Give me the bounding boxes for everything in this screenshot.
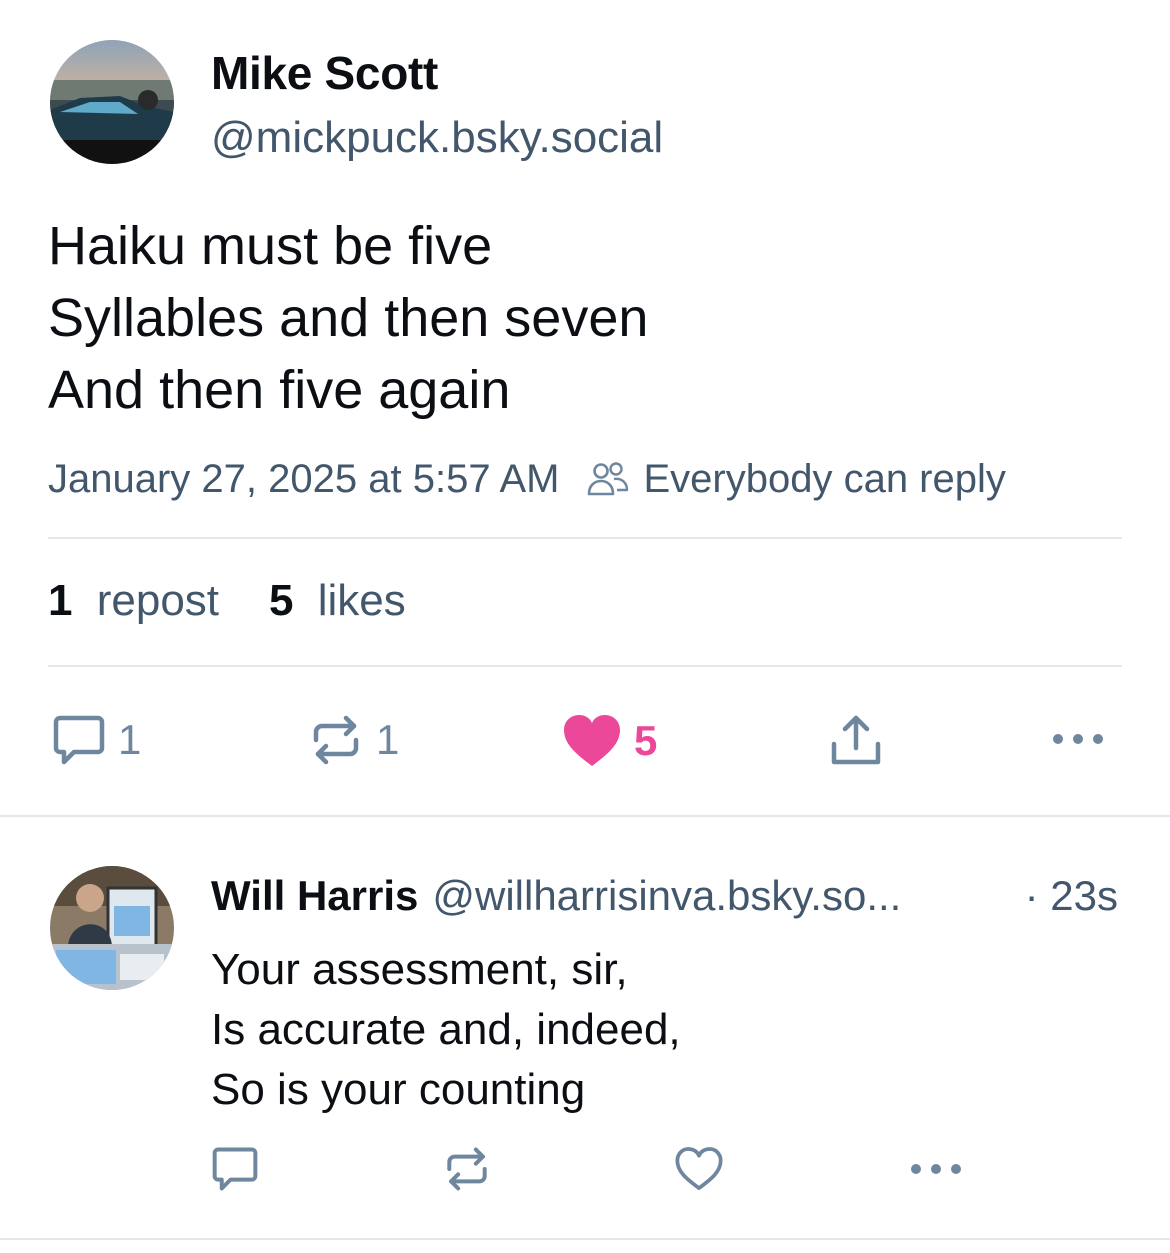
likes-label: likes [317,576,406,625]
repost-button[interactable]: 1 [308,714,399,766]
divider [48,537,1122,539]
more-dots-icon [911,1164,961,1174]
reply-count: 1 [118,716,142,763]
people-icon [588,462,629,496]
like-count: 5 [634,717,658,764]
divider [0,1238,1170,1240]
reply-repost-button[interactable] [442,1146,492,1192]
divider [0,815,1170,817]
post-text-line: And then five again [48,360,511,420]
heart-outline-icon [675,1147,723,1191]
reply-text-line: Is accurate and, indeed, [211,1005,681,1054]
post-text: Haiku must be five Syllables and then se… [48,210,648,426]
reply-setting-label: Everybody can reply [643,456,1006,501]
repost-count: 1 [376,716,400,763]
post-text-line: Haiku must be five [48,216,493,276]
heart-filled-icon [564,715,620,766]
reply-button[interactable]: 1 [52,714,141,766]
repost-icon [313,715,359,765]
reply-like-button[interactable] [674,1146,724,1192]
reposts-count: 1 [48,576,73,625]
reply-text-line: Your assessment, sir, [211,945,628,994]
reply-timestamp[interactable]: · 23s [1025,872,1118,920]
likes-count: 5 [269,576,294,625]
more-dots-icon [1053,734,1103,744]
post-timestamp: January 27, 2025 at 5:57 AM [48,456,560,501]
author-avatar[interactable] [50,40,174,164]
share-button[interactable] [828,712,884,768]
book-signing-avatar-image [50,866,174,990]
reply-author-avatar[interactable] [50,866,174,990]
reposts-stat[interactable]: 1 repost [48,576,219,626]
reposts-label: repost [96,576,220,625]
reply-setting[interactable]: Everybody can reply [587,456,1006,502]
reply-text: Your assessment, sir, Is accurate and, i… [211,940,681,1120]
author-handle[interactable]: @mickpuck.bsky.social [211,113,663,163]
reply-header: Will Harris @willharrisinva.bsky.so... [211,872,901,920]
share-icon [831,715,881,765]
post-text-line: Syllables and then seven [48,288,649,348]
repost-icon [447,1147,487,1191]
reply-author-handle[interactable]: @willharrisinva.bsky.so... [432,872,901,920]
author-name[interactable]: Mike Scott [211,46,438,100]
post-stats: 1 repost 5 likes [48,576,456,626]
post-meta: January 27, 2025 at 5:57 AM Everybody ca… [48,454,1006,504]
likes-stat[interactable]: 5 likes [269,576,406,626]
reply-more-options-button[interactable] [908,1158,964,1180]
reply-icon [212,1147,258,1191]
reply-reply-button[interactable] [211,1146,259,1192]
more-options-button[interactable] [1050,728,1106,750]
car-landscape-avatar-image [50,40,174,164]
reply-author-name[interactable]: Will Harris [211,872,418,920]
reply-text-line: So is your counting [211,1065,586,1114]
reply-icon [53,715,105,765]
divider [48,665,1122,667]
like-button[interactable]: 5 [562,714,657,768]
